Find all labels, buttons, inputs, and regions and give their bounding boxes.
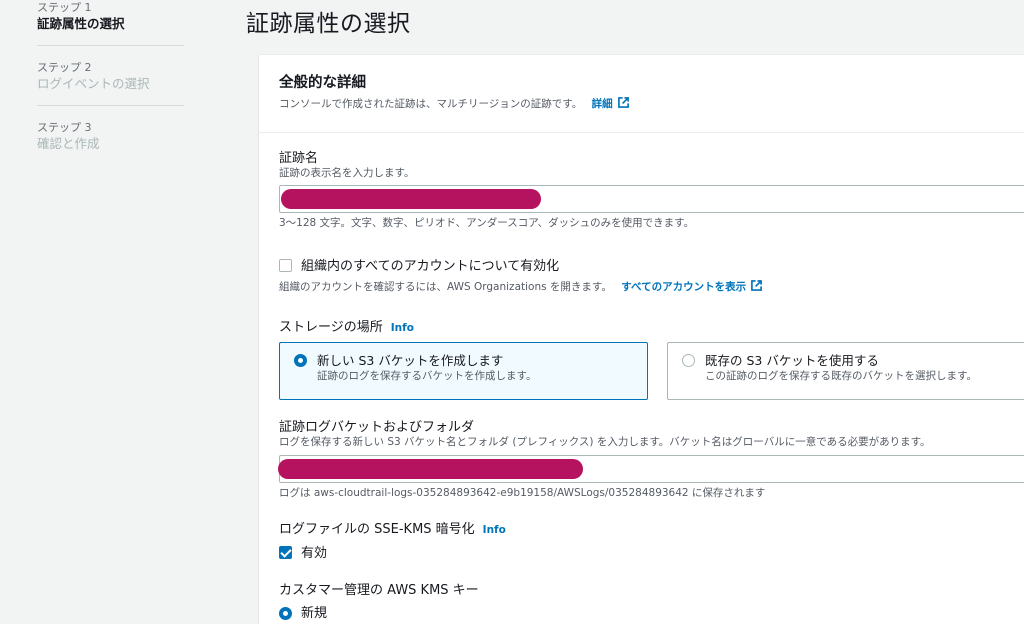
existing-bucket-label: 既存の S3 バケットを使用する (705, 353, 879, 368)
bucket-description: ログを保存する新しい S3 バケット名とフォルダ (プレフィックス) を入力しま… (279, 436, 931, 448)
panel-title: 全般的な詳細 (279, 75, 366, 91)
external-link-icon (617, 97, 629, 108)
bucket-hint: ログは aws-cloudtrail-logs-035284893642-e9b… (279, 487, 766, 499)
view-all-accounts-label: すべてのアカウントを表示 (621, 281, 747, 293)
bucket-field: 証跡ログバケットおよびフォルダ ログを保存する新しい S3 バケット名とフォルダ… (279, 419, 931, 449)
sse-info-link[interactable]: Info (483, 524, 506, 536)
storage-label: ストレージの場所 (279, 320, 383, 335)
external-link-icon (751, 280, 763, 291)
storage-info-link[interactable]: Info (391, 322, 414, 334)
kms-new-label: 新規 (301, 606, 328, 621)
org-field: 組織内のすべてのアカウントについて有効化 組織のアカウントを確認するには、AWS… (279, 258, 763, 294)
step-3-title: 確認と作成 (37, 136, 100, 151)
existing-bucket-option[interactable]: 既存の S3 バケットを使用する この証跡のログを保存する既存のバケットを選択し… (667, 342, 1024, 400)
step-1-title: 証跡属性の選択 (37, 16, 125, 31)
new-bucket-description: 証跡のログを保存するバケットを作成します。 (317, 370, 537, 382)
trail-name-input-wrap: 3～128 文字。文字、数字、ピリオド、アンダースコア、ダッシュのみを使用できま… (279, 185, 1024, 230)
org-description-text: 組織のアカウントを確認するには、AWS Organizations を開きます。 (279, 281, 612, 293)
sse-enabled-row[interactable]: 有効 (279, 545, 506, 562)
storage-field: ストレージの場所 Info (279, 319, 414, 337)
step-3-number: ステップ 3 (37, 121, 92, 134)
general-details-panel: 全般的な詳細 コンソールで作成された証跡は、マルチリージョンの証跡です。 詳細 … (259, 54, 1024, 624)
trail-name-description: 証跡の表示名を入力します。 (279, 167, 415, 179)
trail-name-input[interactable] (279, 185, 1024, 213)
panel-description: コンソールで作成された証跡は、マルチリージョンの証跡です。 詳細 (279, 97, 1024, 111)
step-2-title: ログイベントの選択 (37, 76, 150, 91)
step-2-number: ステップ 2 (37, 61, 92, 74)
view-all-accounts-link[interactable]: すべてのアカウントを表示 (621, 280, 763, 293)
trail-name-label: 証跡名 (279, 151, 319, 166)
new-bucket-option[interactable]: 新しい S3 バケットを作成します 証跡のログを保存するバケットを作成します。 (279, 342, 648, 400)
trail-name-field: 証跡名 証跡の表示名を入力します。 (279, 150, 414, 180)
sse-enabled-checkbox[interactable] (279, 546, 292, 559)
kms-field: カスタマー管理の AWS KMS キー 新規 (279, 582, 479, 622)
sse-label-row: ログファイルの SSE-KMS 暗号化 Info (279, 521, 506, 539)
kms-label: カスタマー管理の AWS KMS キー (279, 583, 479, 598)
details-link-label: 詳細 (591, 98, 613, 110)
bucket-label: 証跡ログバケットおよびフォルダ (279, 420, 475, 435)
org-checkbox-label: 組織内のすべてのアカウントについて有効化 (301, 259, 560, 274)
page-title: 証跡属性の選択 (246, 11, 411, 37)
sse-field: ログファイルの SSE-KMS 暗号化 Info 有効 (279, 521, 506, 562)
panel-description-text: コンソールで作成された証跡は、マルチリージョンの証跡です。 (279, 98, 583, 110)
existing-bucket-description: この証跡のログを保存する既存のバケットを選択します。 (705, 370, 977, 382)
step-2: ステップ 2 ログイベントの選択 (37, 60, 184, 106)
wizard-steps: ステップ 1 証跡属性の選択 ステップ 2 ログイベントの選択 ステップ 3 確… (37, 0, 184, 179)
trail-name-hint: 3～128 文字。文字、数字、ピリオド、アンダースコア、ダッシュのみを使用できま… (279, 217, 695, 229)
sse-label: ログファイルの SSE-KMS 暗号化 (279, 522, 475, 537)
redacted-value (281, 189, 541, 209)
org-description: 組織のアカウントを確認するには、AWS Organizations を開きます。… (279, 280, 763, 294)
redacted-value (278, 459, 583, 479)
sse-enabled-label: 有効 (301, 546, 328, 561)
org-checkbox[interactable] (279, 259, 292, 272)
kms-new-option[interactable]: 新規 (279, 605, 479, 622)
new-bucket-label: 新しい S3 バケットを作成します (317, 353, 504, 368)
existing-bucket-radio[interactable] (682, 354, 695, 367)
step-3: ステップ 3 確認と作成 (37, 120, 184, 165)
bucket-input-wrap: ログは aws-cloudtrail-logs-035284893642-e9b… (278, 455, 1024, 500)
details-link[interactable]: 詳細 (591, 97, 629, 110)
org-checkbox-row[interactable]: 組織内のすべてのアカウントについて有効化 (279, 258, 762, 275)
bucket-input[interactable] (278, 455, 1024, 483)
storage-label-row: ストレージの場所 Info (279, 319, 414, 337)
step-1-number: ステップ 1 (37, 1, 92, 14)
step-1: ステップ 1 証跡属性の選択 (37, 0, 184, 46)
panel-header: 全般的な詳細 コンソールで作成された証跡は、マルチリージョンの証跡です。 詳細 (259, 55, 1024, 133)
new-bucket-radio[interactable] (294, 354, 307, 367)
kms-new-radio[interactable] (279, 607, 292, 620)
